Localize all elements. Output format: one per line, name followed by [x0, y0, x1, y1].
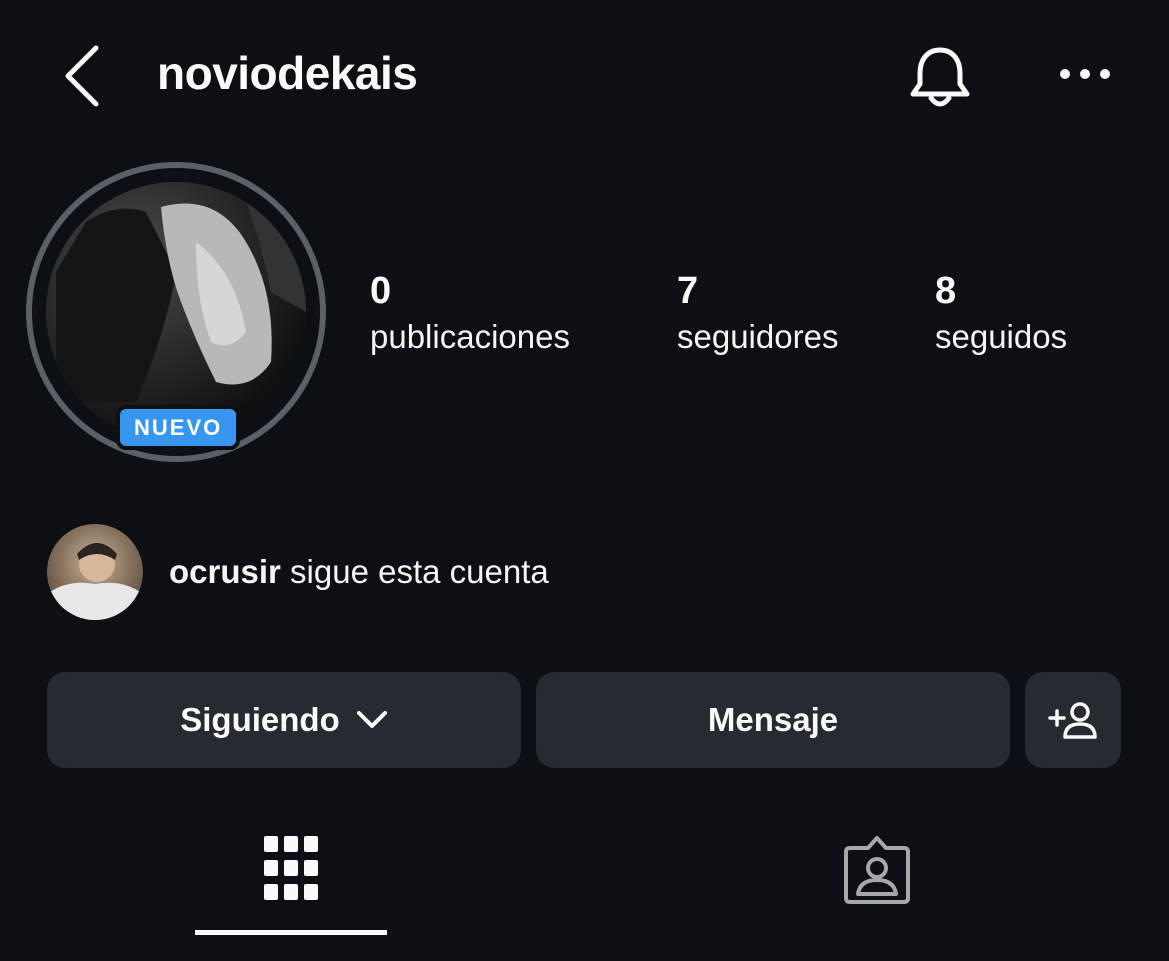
tagged-person-icon [844, 836, 910, 904]
new-badge: NUEVO [116, 405, 241, 450]
profile-page: noviodekais NUEVO 0 publicaciones 7 segu… [0, 0, 1169, 961]
chevron-left-icon [65, 45, 99, 107]
avatar-photo [46, 182, 306, 442]
follower-avatar [47, 524, 143, 620]
message-button-label: Mensaje [707, 701, 839, 738]
more-horizontal-icon [1060, 69, 1110, 79]
following-button-label: Siguiendo [180, 701, 340, 738]
stat-followers-label: seguidores [677, 318, 839, 355]
stat-following-count: 8 [935, 270, 957, 312]
stat-posts[interactable]: 0 publicaciones [370, 268, 570, 360]
suggested-accounts-button[interactable] [1025, 672, 1121, 768]
chevron-down-icon [356, 711, 387, 728]
followed-by-suffix: sigue esta cuenta [290, 553, 549, 590]
add-person-icon [1048, 702, 1097, 739]
stat-posts-count: 0 [370, 270, 392, 312]
profile-username-title: noviodekais [157, 47, 418, 99]
following-button[interactable]: Siguiendo [47, 672, 521, 768]
grid-icon [264, 836, 318, 900]
stat-followers[interactable]: 7 seguidores [677, 268, 838, 360]
notifications-button[interactable] [904, 42, 976, 114]
bell-icon [910, 47, 970, 107]
tab-tagged[interactable] [842, 834, 912, 911]
more-options-button[interactable] [1052, 52, 1118, 96]
stat-following-label: seguidos [935, 318, 1068, 355]
stat-following[interactable]: 8 seguidos [935, 268, 1067, 360]
message-button[interactable]: Mensaje [536, 672, 1010, 768]
profile-avatar[interactable]: NUEVO [26, 162, 326, 462]
stat-followers-count: 7 [677, 270, 699, 312]
followed-by-row[interactable]: ocrusir sigue esta cuenta [47, 524, 549, 620]
followed-by-username[interactable]: ocrusir [169, 553, 281, 590]
tab-posts-grid[interactable] [262, 826, 320, 911]
stat-posts-label: publicaciones [370, 318, 570, 355]
followed-by-text: ocrusir sigue esta cuenta [169, 553, 549, 591]
back-button[interactable] [58, 40, 108, 110]
active-tab-indicator [195, 930, 387, 935]
